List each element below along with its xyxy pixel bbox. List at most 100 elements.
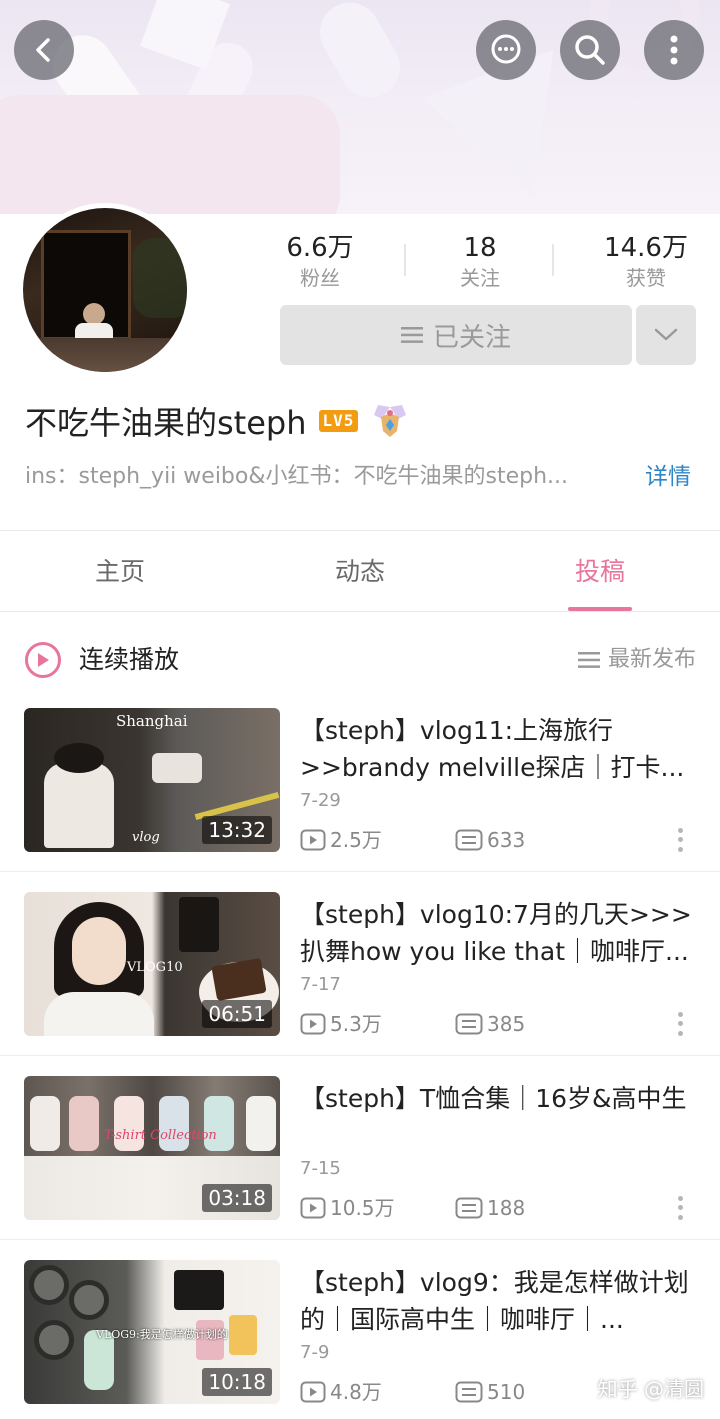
back-button[interactable] — [14, 20, 74, 80]
view-count: 5.3万 — [300, 1010, 382, 1038]
more-button[interactable] — [644, 20, 704, 80]
menu-lines-icon — [400, 327, 423, 343]
thumb-overlay-text: vlog — [132, 830, 160, 845]
video-more-button[interactable] — [674, 1010, 686, 1038]
comment-icon — [455, 1013, 483, 1035]
view-count: 4.8万 — [300, 1378, 382, 1406]
play-all-button[interactable]: 连续播放 — [79, 642, 179, 678]
sort-lines-icon — [577, 652, 600, 668]
thumb-overlay-text: Shanghai — [116, 712, 188, 730]
sort-label: 最新发布 — [607, 647, 696, 672]
thumb-shirt — [69, 1096, 99, 1151]
video-title[interactable]: 【steph】vlog9：我是怎样做计划的｜国际高中生｜咖啡厅｜... — [300, 1264, 698, 1338]
play-count-icon — [300, 829, 326, 851]
play-all-icon[interactable] — [25, 642, 61, 678]
username: 不吃牛油果的steph — [25, 404, 307, 442]
video-title[interactable]: 【steph】T恤合集｜16岁&高中生 — [300, 1080, 698, 1117]
video-item[interactable]: T-shirt Collection 03:18 【steph】T恤合集｜16岁… — [0, 1076, 720, 1260]
stat-following[interactable]: 18 关注 — [400, 232, 560, 292]
comment-count-value: 188 — [487, 1196, 526, 1220]
follow-dropdown-button[interactable] — [636, 305, 696, 365]
stat-divider — [552, 244, 554, 276]
thumb-background — [24, 1076, 280, 1156]
tab-home[interactable]: 主页 — [0, 531, 240, 611]
banner-decor — [0, 95, 340, 214]
stat-label: 关注 — [460, 266, 500, 290]
thumb-drink — [229, 1315, 257, 1355]
watermark: 知乎 @清圆 — [597, 1377, 704, 1401]
thumb-hat — [54, 743, 104, 773]
video-thumbnail[interactable]: VLOG9:我是怎样做计划的 10:18 — [24, 1260, 280, 1404]
stat-value: 14.6万 — [604, 233, 688, 263]
video-duration: 06:51 — [202, 1000, 272, 1028]
profile-banner — [0, 0, 720, 214]
bio-text: ins：steph_yii weibo&小红书：不吃牛油果的steph... — [25, 464, 569, 489]
play-count-icon — [300, 1013, 326, 1035]
video-date: 7-29 — [300, 790, 341, 811]
chevron-down-icon — [654, 328, 678, 341]
stat-likes[interactable]: 14.6万 获赞 — [566, 232, 720, 292]
stat-label: 粉丝 — [300, 266, 340, 290]
play-count-icon — [300, 1381, 326, 1403]
comment-count-value: 385 — [487, 1012, 526, 1036]
video-more-button[interactable] — [674, 826, 686, 854]
divider — [0, 871, 720, 872]
thumb-face — [72, 917, 126, 985]
comment-count-value: 633 — [487, 828, 526, 852]
stat-followers[interactable]: 6.6万 粉丝 — [240, 232, 400, 292]
thumb-overlay-text: T-shirt Collection — [104, 1128, 217, 1143]
thumb-car — [152, 753, 202, 783]
comment-icon — [455, 1197, 483, 1219]
avatar-head — [83, 303, 105, 325]
video-duration: 10:18 — [202, 1368, 272, 1396]
message-button[interactable] — [476, 20, 536, 80]
divider — [0, 1239, 720, 1240]
comment-icon — [455, 829, 483, 851]
thumb-overlay-text: VLOG9:我是怎样做计划的 — [96, 1328, 228, 1341]
thumb-cup — [179, 897, 219, 952]
video-duration: 03:18 — [202, 1184, 272, 1212]
video-item[interactable]: VLOG10 06:51 【steph】vlog10:7月的几天>>>扒舞how… — [0, 892, 720, 1076]
comment-count-value: 510 — [487, 1380, 526, 1404]
avatar-plant — [133, 238, 187, 318]
video-date: 7-9 — [300, 1342, 330, 1363]
thumb-shirt — [246, 1096, 276, 1151]
profile-stats: 6.6万 粉丝 18 关注 14.6万 获赞 — [240, 232, 720, 292]
avatar[interactable] — [18, 203, 192, 377]
video-thumbnail[interactable]: T-shirt Collection 03:18 — [24, 1076, 280, 1220]
comment-icon — [455, 1381, 483, 1403]
divider — [0, 1055, 720, 1056]
bio-detail-link[interactable]: 详情 — [645, 462, 691, 492]
followed-button[interactable]: 已关注 — [280, 305, 632, 365]
thumb-bag — [174, 1270, 224, 1310]
playlist-bar: 连续播放 最新发布 — [0, 630, 720, 690]
video-date: 7-15 — [300, 1158, 341, 1179]
tab-dynamics[interactable]: 动态 — [240, 531, 480, 611]
tab-uploads[interactable]: 投稿 — [480, 531, 720, 611]
video-thumbnail[interactable]: Shanghai vlog 13:32 — [24, 708, 280, 852]
medal-icon[interactable] — [370, 401, 410, 441]
search-icon — [575, 35, 605, 65]
thumb-overlay-text: VLOG10 — [127, 960, 183, 975]
view-count: 2.5万 — [300, 826, 382, 854]
stat-value: 18 — [463, 233, 497, 263]
comment-count: 385 — [455, 1010, 525, 1038]
video-duration: 13:32 — [202, 816, 272, 844]
video-item[interactable]: Shanghai vlog 13:32 【steph】vlog11:上海旅行>>… — [0, 708, 720, 892]
level-badge: LV5 — [318, 410, 359, 432]
thumb-shirt — [44, 992, 154, 1036]
view-count-value: 4.8万 — [330, 1380, 382, 1404]
sort-button[interactable]: 最新发布 — [577, 642, 696, 678]
profile-tabs: 主页 动态 投稿 — [0, 531, 720, 611]
video-thumbnail[interactable]: VLOG10 06:51 — [24, 892, 280, 1036]
divider — [0, 611, 720, 612]
chevron-left-icon — [36, 38, 50, 62]
video-title[interactable]: 【steph】vlog10:7月的几天>>>扒舞how you like tha… — [300, 896, 698, 970]
stat-value: 6.6万 — [286, 233, 354, 263]
thumb-figure — [44, 763, 114, 848]
video-more-button[interactable] — [674, 1194, 686, 1222]
stat-label: 获赞 — [626, 266, 666, 290]
search-button[interactable] — [560, 20, 620, 80]
video-title[interactable]: 【steph】vlog11:上海旅行>>brandy melville探店｜打卡… — [300, 712, 698, 786]
view-count-value: 5.3万 — [330, 1012, 382, 1036]
